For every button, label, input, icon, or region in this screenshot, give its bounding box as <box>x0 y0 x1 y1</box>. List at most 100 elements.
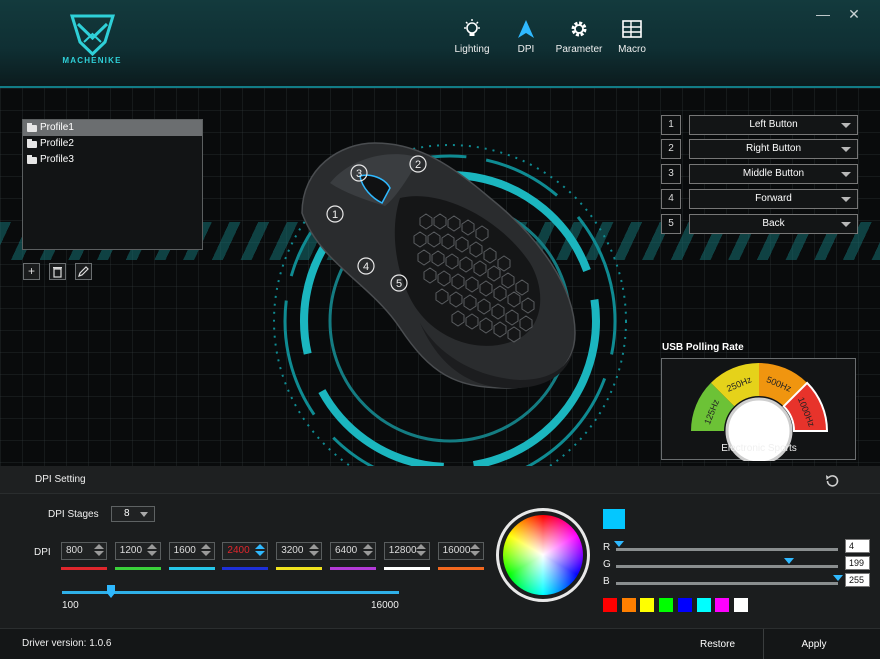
chevron-down-icon <box>841 222 851 227</box>
color-wheel[interactable] <box>503 515 583 595</box>
dpi-value-input[interactable]: 16000 <box>437 542 484 560</box>
grid-icon <box>622 20 642 38</box>
dpi-stage-color-bar[interactable] <box>276 567 323 570</box>
preset-color-swatch[interactable] <box>733 598 748 612</box>
dpi-value-input[interactable]: 2400 <box>222 542 269 560</box>
button-map-row: 1 Left Button <box>661 115 858 135</box>
preset-color-swatch[interactable] <box>696 598 711 612</box>
close-button[interactable]: ✕ <box>843 5 865 23</box>
dpi-stage-color-bar[interactable] <box>383 567 430 570</box>
dpi-value: 800 <box>66 545 83 556</box>
spinner-arrows-icon[interactable] <box>470 544 481 558</box>
dpi-value-input[interactable]: 1600 <box>168 542 215 560</box>
dpi-stage-color-bar[interactable] <box>437 567 484 570</box>
dpi-value-input[interactable]: 3200 <box>276 542 323 560</box>
red-slider[interactable] <box>616 548 838 551</box>
tab-parameter[interactable]: Parameter <box>554 18 604 55</box>
dpi-value-input[interactable]: 12800 <box>383 542 430 560</box>
dpi-slider-thumb[interactable] <box>106 585 116 599</box>
red-value-input[interactable]: 4 <box>845 539 870 553</box>
button-action-select[interactable]: Left Button <box>689 115 858 135</box>
green-slider[interactable] <box>616 565 838 568</box>
dpi-stage-color-bar[interactable] <box>61 567 107 570</box>
polling-rate-gauge: 125Hz 250Hz 500Hz 1000Hz Electronic Spor… <box>661 358 856 465</box>
spinner-arrows-icon[interactable] <box>147 544 158 558</box>
current-color-swatch <box>603 509 625 529</box>
spinner-arrows-icon[interactable] <box>93 544 104 558</box>
dpi-stage-color-bar[interactable] <box>168 567 215 570</box>
preset-color-swatch[interactable] <box>640 598 655 612</box>
tab-dpi[interactable]: DPI <box>508 18 544 55</box>
spinner-arrows-icon[interactable] <box>362 544 373 558</box>
dpi-stage-color-bar[interactable] <box>330 567 376 570</box>
restore-button[interactable]: Restore <box>672 629 764 659</box>
tab-lighting[interactable]: Lighting <box>451 18 493 55</box>
preset-color-swatch[interactable] <box>603 598 617 612</box>
dpi-stages-select[interactable]: 8 <box>111 506 155 522</box>
main-panel: Profile1 Profile2 Profile3 + 1 2 3 4 5 1… <box>0 88 880 466</box>
dpi-value: 2400 <box>227 545 250 556</box>
spinner-arrows-icon[interactable] <box>308 544 319 558</box>
button-number: 3 <box>661 164 681 184</box>
preset-color-swatch[interactable] <box>621 598 636 612</box>
button-map-row: 4 Forward <box>661 189 858 209</box>
tab-parameter-label: Parameter <box>555 44 603 55</box>
blue-value-input[interactable]: 255 <box>845 573 870 587</box>
preset-color-swatch[interactable] <box>677 598 692 612</box>
tab-macro-label: Macro <box>618 44 646 55</box>
dpi-value: 1200 <box>119 545 143 556</box>
footer-bar: Driver version: 1.0.6 Restore Apply <box>0 628 880 659</box>
dpi-slider-max: 16000 <box>371 600 399 611</box>
dpi-stages-label: DPI Stages <box>48 509 99 520</box>
button-number: 1 <box>661 115 681 135</box>
button-action-value: Right Button <box>745 143 802 154</box>
button-map-row: 3 Middle Button <box>661 164 858 184</box>
button-action-select[interactable]: Middle Button <box>689 164 858 184</box>
red-label: R <box>603 542 611 553</box>
green-slider-thumb[interactable] <box>784 558 795 564</box>
callout-4: 4 <box>363 261 369 273</box>
callout-3: 3 <box>356 168 362 180</box>
button-number: 2 <box>661 139 681 159</box>
button-map-row: 2 Right Button <box>661 139 858 159</box>
green-value-input[interactable]: 199 <box>845 556 870 570</box>
button-action-value: Forward <box>755 193 792 204</box>
chevron-down-icon <box>841 123 851 128</box>
driver-version: Driver version: 1.0.6 <box>22 638 112 649</box>
dpi-stages-value: 8 <box>124 508 130 519</box>
dpi-stage-color-bar[interactable] <box>114 567 161 570</box>
preset-color-swatch[interactable] <box>715 598 730 612</box>
dpi-value-input[interactable]: 800 <box>61 542 107 560</box>
blue-slider[interactable] <box>616 582 838 585</box>
dpi-value: 1600 <box>173 545 196 556</box>
dpi-value-input[interactable]: 6400 <box>330 542 376 560</box>
blue-slider-thumb[interactable] <box>833 575 843 581</box>
callout-2: 2 <box>415 159 421 171</box>
dpi-setting-title: DPI Setting <box>35 474 86 485</box>
blue-slider-row: B 255 <box>603 573 870 589</box>
button-action-select[interactable]: Back <box>689 214 858 234</box>
dpi-value: 16000 <box>442 545 471 556</box>
logo-text: MACHENIKE <box>62 56 122 65</box>
button-action-select[interactable]: Right Button <box>689 139 858 159</box>
spinner-arrows-icon[interactable] <box>416 544 427 558</box>
reset-icon[interactable] <box>824 473 840 489</box>
button-action-value: Left Button <box>749 119 798 130</box>
dpi-value-input[interactable]: 1200 <box>114 542 161 560</box>
button-action-value: Middle Button <box>742 168 805 179</box>
red-slider-thumb[interactable] <box>614 541 625 547</box>
chevron-down-icon <box>841 147 851 152</box>
tab-macro[interactable]: Macro <box>614 18 650 55</box>
button-action-select[interactable]: Forward <box>689 189 858 209</box>
minimize-button[interactable]: — <box>812 5 834 23</box>
button-number: 5 <box>661 214 681 234</box>
preset-color-swatch[interactable] <box>659 598 674 612</box>
callout-1: 1 <box>332 209 338 221</box>
spinner-arrows-icon[interactable] <box>254 544 265 558</box>
button-number: 4 <box>661 189 681 209</box>
apply-button[interactable]: Apply <box>764 629 864 659</box>
dpi-stage-color-bar[interactable] <box>222 567 269 570</box>
chevron-down-icon <box>841 172 851 177</box>
green-slider-row: G 199 <box>603 556 870 572</box>
spinner-arrows-icon[interactable] <box>201 544 212 558</box>
